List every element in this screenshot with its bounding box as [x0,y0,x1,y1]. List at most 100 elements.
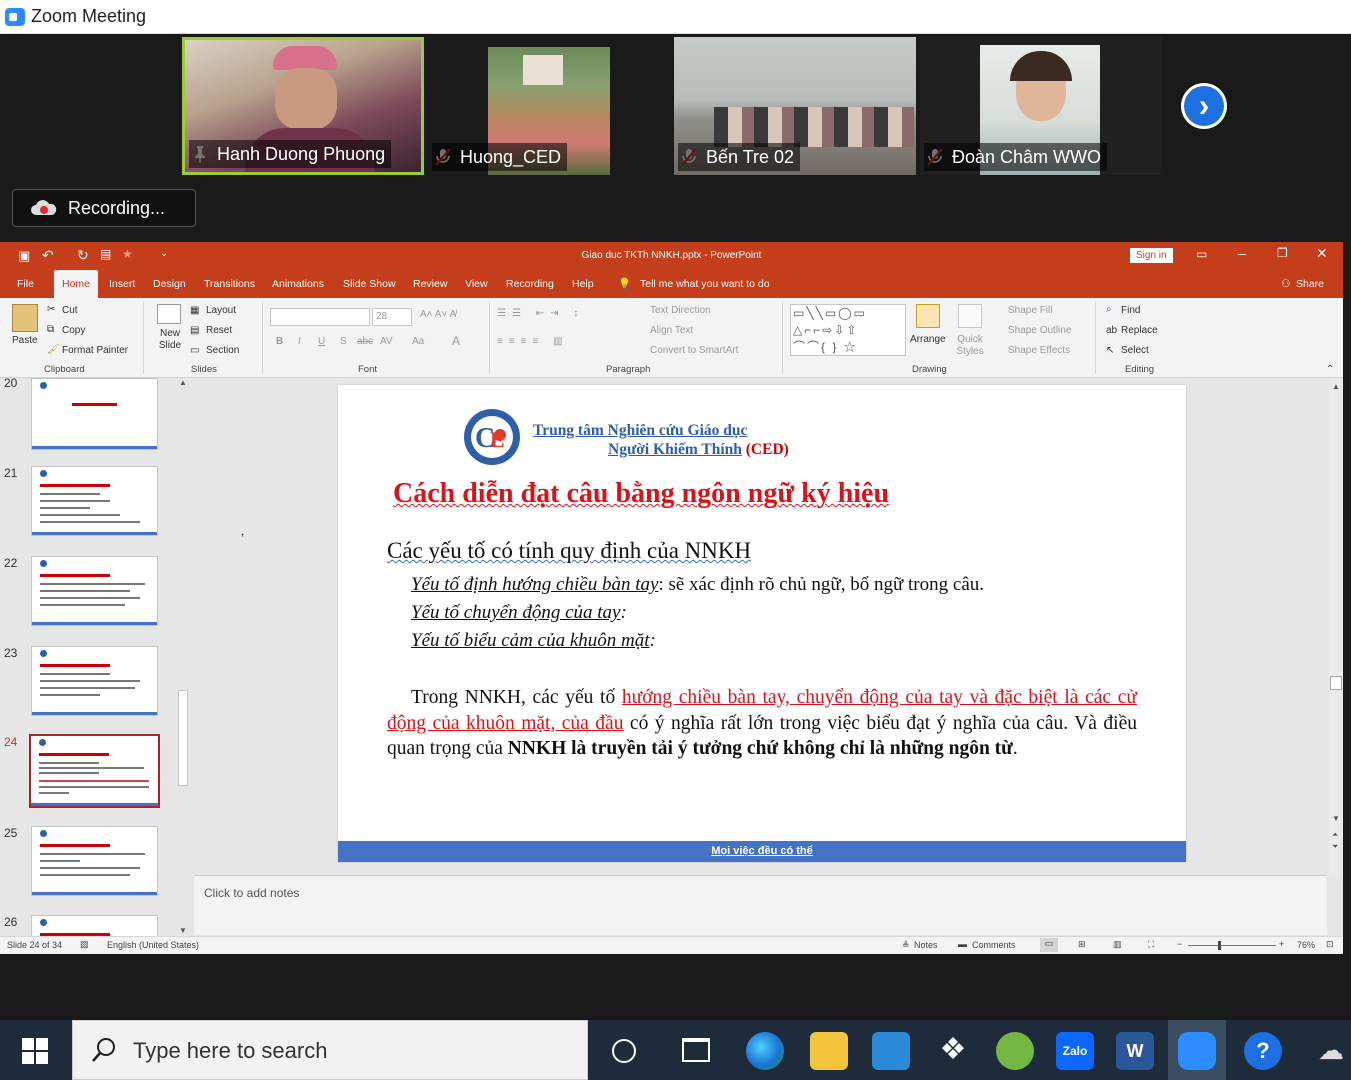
next-slide-icon[interactable]: ⏷ [1332,842,1338,852]
bold-icon[interactable]: B [276,336,283,347]
tab-insert[interactable]: Insert [109,270,135,298]
slide-scrollbar[interactable]: ▲ ▼ ⏶ ⏷ [1329,378,1343,875]
cortana-icon[interactable] [612,1039,636,1063]
underline-icon[interactable]: U [318,336,325,347]
font-name-box[interactable] [270,308,370,326]
fit-slide-icon[interactable]: ⊡ [1326,939,1334,950]
sign-in-button[interactable]: Sign in [1130,248,1173,263]
text-direction-button[interactable]: Text Direction [650,305,711,316]
mail-icon[interactable] [872,1032,910,1070]
scroll-thumb[interactable] [1330,676,1342,690]
paste-icon[interactable] [12,304,38,332]
slide-thumbnail[interactable] [31,915,158,938]
scroll-thumb[interactable] [178,690,188,786]
video-tile[interactable]: Đoàn Châm WWO [920,37,1162,175]
slide-thumbnail-selected[interactable] [29,734,160,808]
copy-button[interactable]: Copy [62,325,85,336]
taskbar-search-box[interactable]: Type here to search [72,1020,588,1080]
change-case-icon[interactable]: Aa [412,336,424,347]
scroll-down-icon[interactable]: ▼ [1332,814,1340,823]
scroll-down-icon[interactable]: ▼ [179,926,187,935]
zoom-slider-thumb[interactable] [1218,941,1221,950]
slide-thumbnail[interactable] [31,826,158,896]
shadow-icon[interactable]: S [340,336,347,347]
next-page-button[interactable]: › [1181,83,1227,129]
edge-icon[interactable] [746,1032,784,1070]
greenshot-icon[interactable] [996,1032,1034,1070]
find-button[interactable]: Find [1121,305,1140,316]
normal-view-icon[interactable]: ▭ [1040,938,1058,952]
italic-icon[interactable]: I [298,336,301,347]
shape-effects-button[interactable]: Shape Effects [1008,345,1070,356]
restore-icon[interactable]: ❐ [1277,246,1288,260]
reset-button[interactable]: Reset [206,325,232,336]
collapse-ribbon-icon[interactable]: ⌃ [1326,364,1334,375]
tab-slide-show[interactable]: Slide Show [343,270,396,298]
word-icon[interactable]: W [1116,1032,1154,1070]
shapes-gallery[interactable]: ▭╲╲▭◯▭ △⌐⌐⇨⇩⇧ ⌒⌒{ } ☆ [790,304,906,356]
tab-view[interactable]: View [465,270,488,298]
weather-icon[interactable]: ☁ [1318,1032,1351,1070]
language-label[interactable]: English (United States) [107,940,199,950]
slide-sorter-icon[interactable]: ⊞ [1078,939,1086,950]
recording-indicator[interactable]: Recording... [12,189,196,227]
cut-button[interactable]: Cut [62,305,78,316]
task-view-icon[interactable] [682,1038,710,1062]
tab-review[interactable]: Review [413,270,447,298]
char-spacing-icon[interactable]: AV [380,336,393,347]
thumbnails-scrollbar[interactable]: ▲ ▼ [176,378,190,938]
help-icon[interactable]: ? [1244,1032,1282,1070]
select-button[interactable]: Select [1121,345,1149,356]
current-slide[interactable]: C E Trung tâm Nghiên cứu Giáo dục Người … [338,385,1186,862]
zoom-slider[interactable] [1188,945,1276,946]
quick-styles-button[interactable]: Quick Styles [950,334,990,358]
reading-view-icon[interactable]: ▥ [1113,939,1122,950]
scroll-up-icon[interactable]: ▲ [1332,382,1340,391]
list-icons[interactable]: ☰☰ ⇤⇥ ↕ [497,308,584,319]
shape-fill-button[interactable]: Shape Fill [1008,305,1052,316]
slide-thumbnail[interactable] [31,378,158,450]
tab-file[interactable]: File [17,270,34,298]
file-explorer-icon[interactable] [810,1032,848,1070]
arrange-button[interactable]: Arrange [910,334,946,345]
tab-animations[interactable]: Animations [272,270,324,298]
shape-outline-button[interactable]: Shape Outline [1008,325,1071,336]
replace-button[interactable]: Replace [1121,325,1158,336]
font-color-icon[interactable]: A [452,334,460,348]
close-icon[interactable]: ✕ [1316,245,1328,262]
tab-home[interactable]: Home [54,270,99,298]
prev-slide-icon[interactable]: ⏶ [1332,830,1338,840]
comments-button[interactable]: Comments [972,940,1016,950]
tab-recording[interactable]: Recording [506,270,554,298]
align-icons[interactable]: ≡≡≡≡ ▥ [497,336,569,347]
strikethrough-icon[interactable]: abc [357,336,373,347]
paste-button[interactable]: Paste [12,335,38,346]
slideshow-icon[interactable]: ⛶ [1148,939,1154,950]
font-grow-icon[interactable]: A˄ A˅ A̸ [420,309,456,320]
notes-button[interactable]: Notes [914,940,938,950]
zalo-icon[interactable]: Zalo [1056,1032,1094,1070]
slide-thumbnail[interactable] [31,556,158,626]
accessibility-icon[interactable]: ▨ [80,939,89,950]
windows-start-icon[interactable] [22,1038,48,1064]
font-size-box[interactable]: 28 [372,308,412,326]
new-slide-icon[interactable] [157,304,181,324]
share-button[interactable]: Share [1296,270,1324,298]
layout-button[interactable]: Layout [206,305,236,316]
tab-help[interactable]: Help [572,270,594,298]
tab-transitions[interactable]: Transitions [204,270,255,298]
align-text-button[interactable]: Align Text [650,325,693,336]
section-button[interactable]: Section [206,345,239,356]
video-tile[interactable]: Hanh Duong Phuong [182,37,424,175]
zoom-level[interactable]: 76% [1297,940,1315,950]
convert-smartart-button[interactable]: Convert to SmartArt [650,345,738,356]
ribbon-display-icon[interactable]: ▭ [1196,247,1207,261]
tell-me-search[interactable]: Tell me what you want to do [640,270,770,298]
quick-styles-icon[interactable] [958,304,982,328]
video-tile[interactable]: Bến Tre 02 [674,37,916,175]
tab-design[interactable]: Design [153,270,186,298]
zoom-in-icon[interactable]: + [1279,939,1284,949]
dropbox-icon[interactable]: ❖ [934,1032,972,1070]
notes-pane[interactable]: Click to add notes [194,875,1327,935]
new-slide-button[interactable]: New Slide [152,328,188,352]
